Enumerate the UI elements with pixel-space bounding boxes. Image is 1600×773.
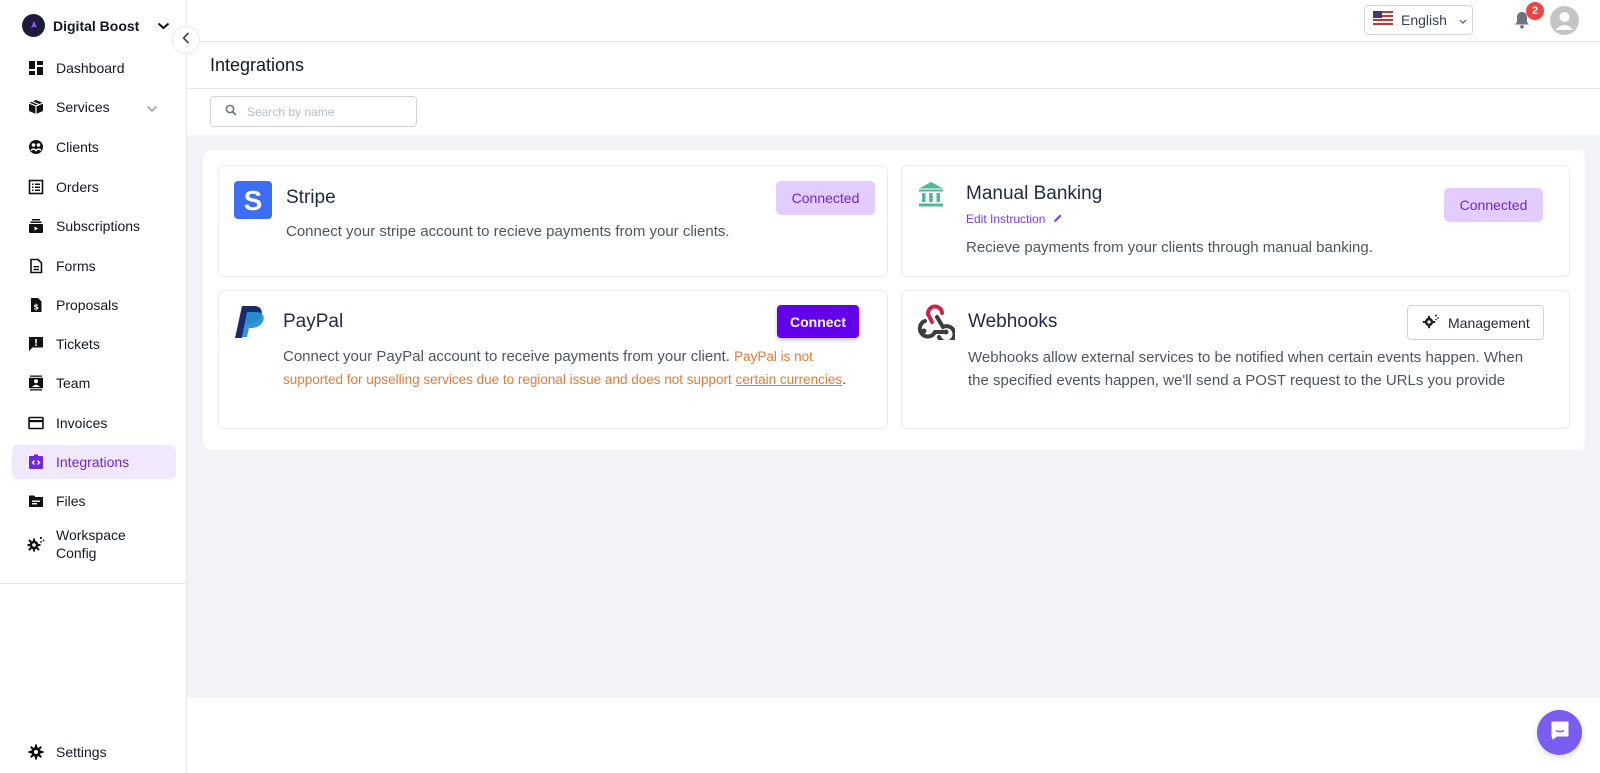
sidebar-item-team[interactable]: Team [12, 366, 176, 400]
paypal-warning-end: . [842, 370, 847, 388]
workspace-switcher[interactable]: Digital Boost [22, 14, 171, 37]
certain-currencies-link[interactable]: certain currencies [736, 372, 843, 387]
sidebar-item-forms[interactable]: Forms [12, 249, 176, 283]
list-icon [27, 178, 45, 196]
brand-logo [22, 14, 45, 37]
sidebar-item-label: Forms [56, 258, 96, 274]
edit-instruction-label: Edit Instruction [966, 212, 1046, 226]
collapse-sidebar-button[interactable] [172, 26, 200, 54]
credit-card-icon [27, 414, 45, 432]
integration-card-stripe: S Stripe Connect your stripe account to … [218, 165, 888, 277]
stripe-connected-button[interactable]: Connected [776, 181, 875, 215]
chat-support-button[interactable] [1537, 710, 1582, 755]
sidebar-item-label: Settings [56, 744, 107, 760]
sidebar-item-tickets[interactable]: Tickets [12, 327, 176, 361]
search-input[interactable] [247, 104, 407, 119]
workspace-config-icon [27, 535, 45, 553]
paypal-description: Connect your PayPal account to receive p… [283, 348, 730, 365]
sidebar-item-integrations[interactable]: Integrations [12, 445, 176, 479]
integration-card-webhooks: Webhooks Webhooks allow external service… [901, 290, 1570, 429]
sidebar-item-label: Services [56, 99, 110, 115]
sidebar-item-label: Dashboard [56, 60, 125, 76]
sidebar-item-invoices[interactable]: Invoices [12, 406, 176, 440]
sidebar-item-subscriptions[interactable]: Subscriptions [12, 209, 176, 243]
language-label: English [1401, 12, 1447, 28]
integration-name: Stripe [286, 187, 336, 208]
integration-name: PayPal [283, 311, 344, 332]
sidebar-item-workspace-config[interactable]: Workspace Config [12, 522, 176, 566]
sidebar-item-orders[interactable]: Orders [12, 170, 176, 204]
sidebar-item-label: Workspace Config [56, 527, 126, 561]
us-flag-icon [1373, 10, 1393, 30]
workspace-name: Digital Boost [53, 17, 140, 34]
chevron-down-icon [1459, 11, 1467, 29]
integration-name: Manual Banking [966, 183, 1103, 204]
users-icon [27, 138, 45, 156]
search-icon [225, 103, 237, 121]
page-title: Integrations [210, 55, 305, 75]
integration-description: Connect your PayPal account to receive p… [283, 346, 863, 391]
dashboard-icon [27, 59, 45, 77]
integrations-icon [27, 453, 45, 471]
bank-icon [918, 181, 944, 213]
folder-icon [27, 492, 45, 510]
sidebar-divider [0, 583, 187, 584]
integration-description: Recieve payments from your clients throu… [966, 239, 1373, 256]
integrations-panel: S Stripe Connect your stripe account to … [203, 150, 1585, 450]
webhooks-management-button[interactable]: Management [1407, 305, 1544, 340]
pencil-icon [1053, 212, 1063, 226]
svg-text:S: S [244, 185, 263, 216]
chevron-down-icon [157, 19, 171, 33]
chevron-left-icon [182, 31, 190, 49]
integration-card-paypal: PayPal Connect your PayPal account to re… [218, 290, 888, 429]
stripe-logo-icon: S [234, 181, 272, 224]
page-header: Integrations [187, 42, 1600, 89]
sidebar-item-proposals[interactable]: $ Proposals [12, 288, 176, 322]
sidebar-item-settings[interactable]: Settings [12, 735, 176, 769]
sidebar-item-dashboard[interactable]: Dashboard [12, 51, 176, 85]
integration-description: Webhooks allow external services to be n… [968, 349, 1524, 389]
management-label: Management [1448, 314, 1530, 331]
paypal-connect-button[interactable]: Connect [777, 305, 859, 338]
paypal-logo-icon [234, 305, 266, 344]
topbar: English 2 [187, 0, 1600, 42]
sidebar-item-label: Subscriptions [56, 218, 141, 234]
bell-icon [1512, 12, 1532, 34]
proposal-icon: $ [27, 296, 45, 314]
sidebar-item-label: Files [56, 493, 86, 509]
user-avatar[interactable] [1550, 6, 1579, 35]
ticket-icon [27, 335, 45, 353]
box-icon [27, 98, 45, 116]
search-box[interactable] [210, 96, 417, 127]
integration-card-manual-banking: Manual Banking Edit Instruction Recieve … [901, 165, 1570, 277]
gear-icon [27, 743, 45, 761]
chevron-down-icon[interactable] [146, 100, 158, 118]
integration-name: Webhooks [968, 311, 1058, 332]
sidebar-item-label: Team [56, 375, 91, 391]
sidebar-item-clients[interactable]: Clients [12, 130, 176, 164]
svg-text:$: $ [33, 303, 39, 312]
sidebar-item-label: Proposals [56, 297, 119, 313]
edit-instruction-link[interactable]: Edit Instruction [966, 212, 1063, 226]
sidebar: Digital Boost Dashboard Services Clients… [0, 0, 187, 773]
team-icon [27, 374, 45, 392]
webhooks-icon [915, 304, 957, 345]
document-icon [27, 257, 45, 275]
subscriptions-icon [27, 217, 45, 235]
sidebar-item-services[interactable]: Services [12, 90, 176, 124]
sidebar-item-files[interactable]: Files [12, 484, 176, 518]
chat-icon [1549, 719, 1571, 746]
sidebar-item-label: Clients [56, 139, 99, 155]
integration-description: Connect your stripe account to recieve p… [286, 223, 730, 240]
sidebar-item-label: Invoices [56, 415, 108, 431]
sidebar-item-label: Tickets [56, 336, 100, 352]
search-row [187, 89, 1600, 135]
sidebar-item-label: Integrations [56, 454, 130, 470]
manual-banking-connected-button[interactable]: Connected [1444, 188, 1543, 222]
settings-cog-icon [1422, 313, 1440, 332]
sidebar-item-label: Orders [56, 179, 99, 195]
notification-count-badge: 2 [1526, 2, 1544, 20]
footer-area [187, 698, 1600, 773]
language-selector[interactable]: English [1364, 5, 1473, 35]
